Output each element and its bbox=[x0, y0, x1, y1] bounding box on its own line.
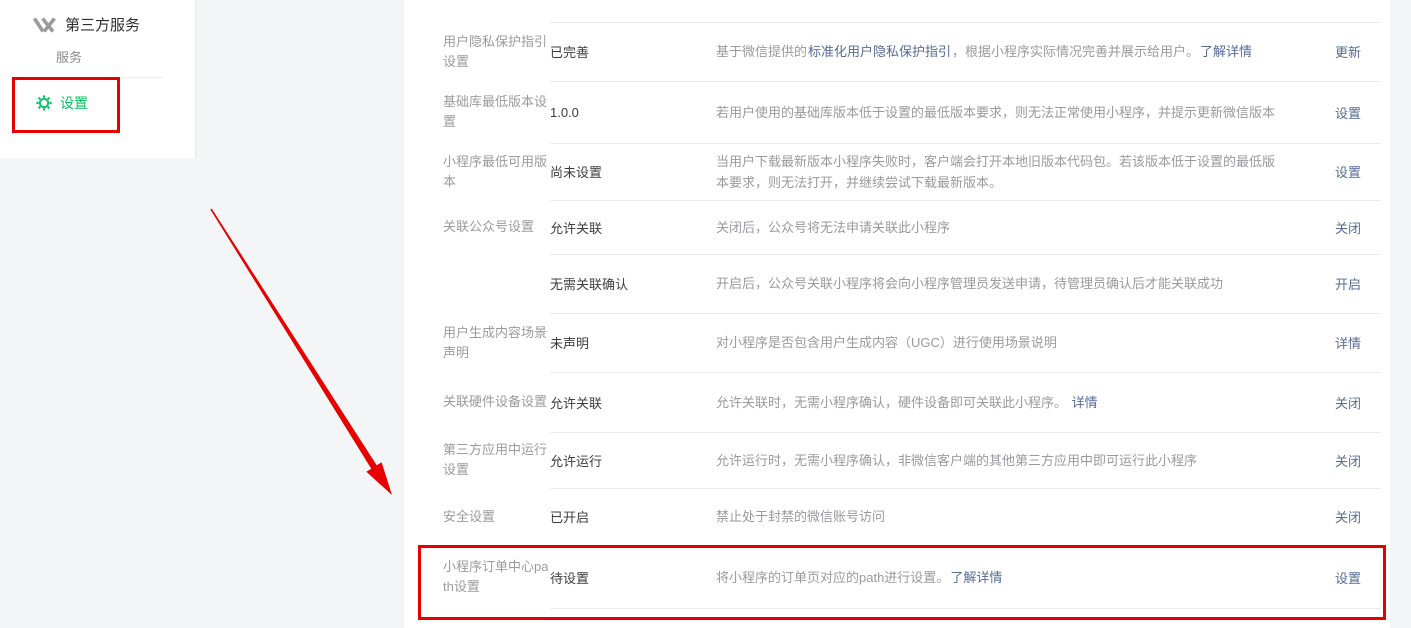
row-value: 待设置 bbox=[550, 568, 716, 587]
row-value: 无需关联确认 bbox=[550, 274, 716, 293]
action-link[interactable]: 详情 bbox=[1335, 336, 1361, 351]
row-action: 关闭 bbox=[1283, 451, 1361, 470]
row-label: 用户生成内容场景声明 bbox=[443, 323, 550, 363]
table-row: 基础库最低版本设置1.0.0若用户使用的基础库版本低于设置的最低版本要求，则无法… bbox=[404, 81, 1390, 143]
sidebar-item-settings[interactable]: 设置 bbox=[36, 93, 88, 113]
action-link[interactable]: 关闭 bbox=[1335, 510, 1361, 525]
row-label: 关联硬件设备设置 bbox=[443, 392, 550, 412]
row-label: 小程序订单中心path设置 bbox=[443, 557, 550, 597]
sidebar: 第三方服务 服务 设置 bbox=[0, 0, 196, 158]
row-action: 设置 bbox=[1283, 103, 1361, 122]
row-value: 允许运行 bbox=[550, 451, 716, 470]
row-label: 基础库最低版本设置 bbox=[443, 92, 550, 132]
table-row: 用户隐私保护指引设置已完善基于微信提供的标准化用户隐私保护指引，根据小程序实际情… bbox=[404, 22, 1390, 81]
sidebar-divider bbox=[33, 77, 163, 78]
table-row: 安全设置已开启禁止处于封禁的微信账号访问 关闭 bbox=[404, 488, 1390, 545]
action-link[interactable]: 关闭 bbox=[1335, 221, 1361, 236]
sidebar-header: 第三方服务 bbox=[33, 14, 140, 35]
gear-icon bbox=[36, 95, 52, 111]
sidebar-item-settings-label: 设置 bbox=[60, 93, 88, 113]
row-value: 允许关联 bbox=[550, 393, 716, 412]
table-row: 无需关联确认开启后，公众号关联小程序将会向小程序管理员发送申请，待管理员确认后才… bbox=[404, 254, 1390, 313]
action-link[interactable]: 设置 bbox=[1335, 165, 1361, 180]
table-row: 小程序订单中心path设置待设置将小程序的订单页对应的path进行设置。了解详情… bbox=[404, 545, 1390, 609]
row-value: 允许关联 bbox=[550, 218, 716, 237]
row-description: 允许运行时，无需小程序确认，非微信客户端的其他第三方应用中即可运行此小程序 bbox=[716, 450, 1283, 471]
row-description: 对小程序是否包含用户生成内容（UGC）进行使用场景说明 bbox=[716, 332, 1283, 353]
row-action: 开启 bbox=[1283, 274, 1361, 293]
table-row: 用户生成内容场景声明未声明对小程序是否包含用户生成内容（UGC）进行使用场景说明… bbox=[404, 313, 1390, 372]
table-row: 关联公众号设置允许关联关闭后，公众号将无法申请关联此小程序 关闭 bbox=[404, 200, 1390, 254]
row-label: 第三方应用中运行设置 bbox=[443, 440, 550, 480]
sidebar-section-label: 服务 bbox=[56, 47, 82, 66]
third-party-platform-logo-icon bbox=[33, 15, 57, 35]
row-action: 关闭 bbox=[1283, 393, 1361, 412]
table-row: 关联硬件设备设置允许关联允许关联时，无需小程序确认，硬件设备即可关联此小程序。 … bbox=[404, 372, 1390, 432]
action-link[interactable]: 设置 bbox=[1335, 571, 1361, 586]
description-link[interactable]: 了解详情 bbox=[950, 570, 1002, 585]
row-value: 已开启 bbox=[550, 507, 716, 526]
row-label: 用户隐私保护指引设置 bbox=[443, 32, 550, 72]
action-link[interactable]: 开启 bbox=[1335, 277, 1361, 292]
row-value: 未声明 bbox=[550, 333, 716, 352]
row-description: 当用户下载最新版本小程序失败时，客户端会打开本地旧版本代码包。若该版本低于设置的… bbox=[716, 151, 1283, 193]
row-description: 开启后，公众号关联小程序将会向小程序管理员发送申请，待管理员确认后才能关联成功 bbox=[716, 273, 1283, 294]
description-link[interactable]: 详情 bbox=[1072, 395, 1098, 410]
row-value: 已完善 bbox=[550, 42, 716, 61]
row-value: 1.0.0 bbox=[550, 105, 716, 120]
settings-table: 用户隐私保护指引设置已完善基于微信提供的标准化用户隐私保护指引，根据小程序实际情… bbox=[404, 22, 1390, 609]
row-description: 禁止处于封禁的微信账号访问 bbox=[716, 506, 1283, 527]
table-row: 小程序最低可用版本尚未设置当用户下载最新版本小程序失败时，客户端会打开本地旧版本… bbox=[404, 143, 1390, 200]
action-link[interactable]: 关闭 bbox=[1335, 396, 1361, 411]
row-description: 允许关联时，无需小程序确认，硬件设备即可关联此小程序。 详情 bbox=[716, 392, 1283, 413]
row-description: 将小程序的订单页对应的path进行设置。了解详情 bbox=[716, 567, 1283, 588]
table-row: 第三方应用中运行设置允许运行允许运行时，无需小程序确认，非微信客户端的其他第三方… bbox=[404, 432, 1390, 488]
row-value: 尚未设置 bbox=[550, 162, 716, 181]
row-description: 关闭后，公众号将无法申请关联此小程序 bbox=[716, 217, 1283, 238]
row-action: 更新 bbox=[1283, 42, 1361, 61]
action-link[interactable]: 关闭 bbox=[1335, 454, 1361, 469]
row-action: 设置 bbox=[1283, 568, 1361, 587]
panel-top-spacer bbox=[404, 0, 1390, 22]
action-link[interactable]: 设置 bbox=[1335, 106, 1361, 121]
description-link[interactable]: 标准化用户隐私保护指引 bbox=[808, 44, 951, 59]
row-description: 基于微信提供的标准化用户隐私保护指引，根据小程序实际情况完善并展示给用户。了解详… bbox=[716, 41, 1283, 62]
settings-panel: 用户隐私保护指引设置已完善基于微信提供的标准化用户隐私保护指引，根据小程序实际情… bbox=[404, 0, 1390, 628]
row-label: 安全设置 bbox=[443, 507, 550, 527]
row-label: 关联公众号设置 bbox=[443, 217, 550, 237]
description-link[interactable]: 了解详情 bbox=[1200, 44, 1252, 59]
row-action: 关闭 bbox=[1283, 218, 1361, 237]
action-link[interactable]: 更新 bbox=[1335, 45, 1361, 60]
row-action: 详情 bbox=[1283, 333, 1361, 352]
row-action: 设置 bbox=[1283, 162, 1361, 181]
row-description: 若用户使用的基础库版本低于设置的最低版本要求，则无法正常使用小程序，并提示更新微… bbox=[716, 102, 1283, 123]
row-label: 小程序最低可用版本 bbox=[443, 152, 550, 192]
row-action: 关闭 bbox=[1283, 507, 1361, 526]
sidebar-title: 第三方服务 bbox=[65, 14, 140, 35]
